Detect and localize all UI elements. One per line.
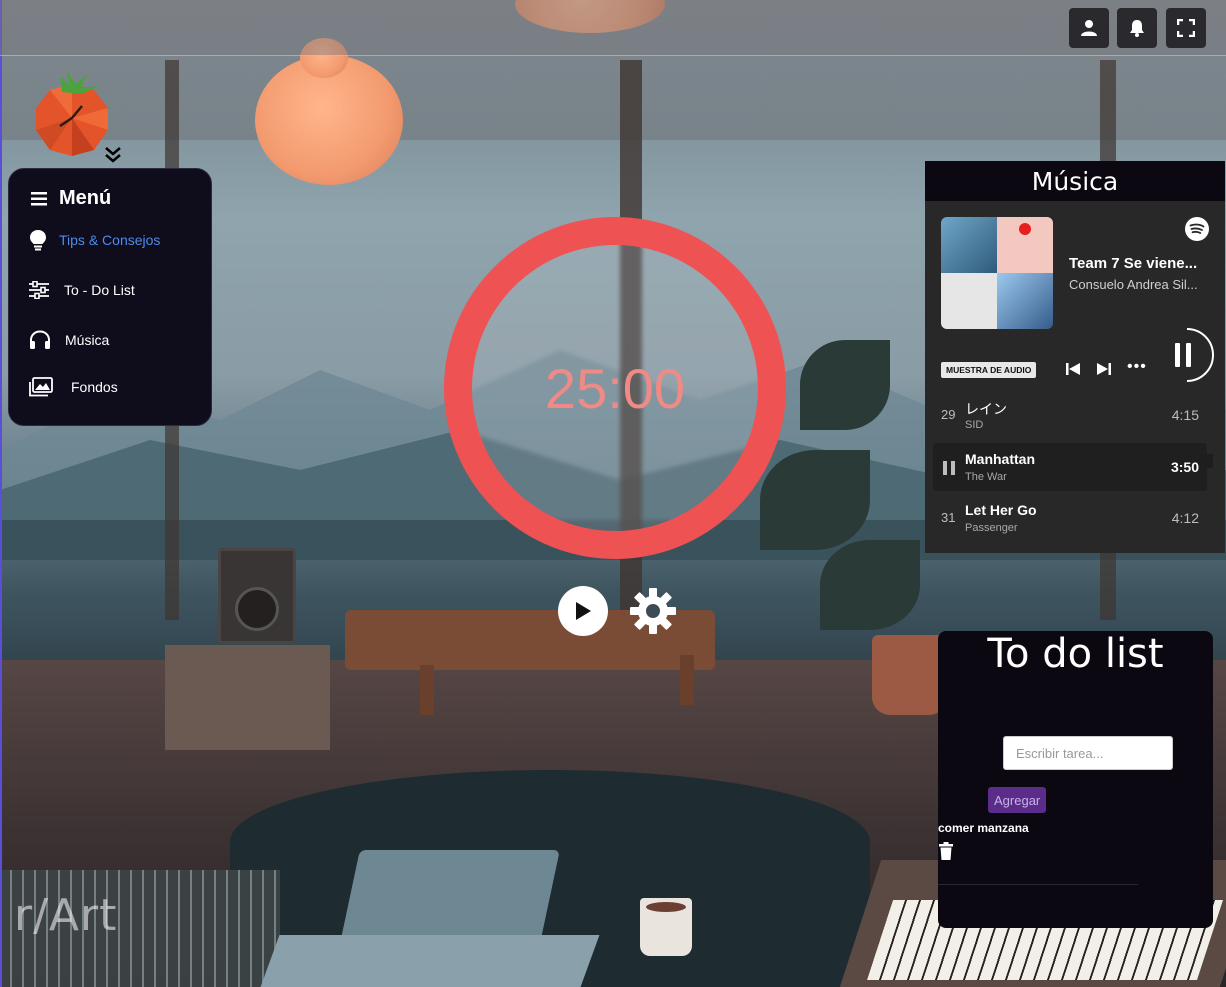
menu-title: Menú: [59, 187, 112, 209]
coffee-mug: [640, 898, 692, 956]
next-track-icon[interactable]: [1096, 361, 1112, 377]
bench-leg: [680, 655, 694, 705]
audio-sample-badge: MUESTRA DE AUDIO: [941, 362, 1037, 378]
previous-track-icon[interactable]: [1065, 361, 1081, 377]
track-row[interactable]: 29 レイン SID 4:15: [933, 391, 1207, 439]
settings-gear-icon[interactable]: [628, 586, 678, 636]
play-button[interactable]: [558, 586, 608, 636]
todo-item-text: comer manzana: [938, 821, 1029, 835]
plant-leaf: [760, 450, 870, 550]
user-button[interactable]: [1069, 8, 1109, 48]
menu-item-backgrounds[interactable]: Fondos: [29, 377, 118, 397]
track-duration: 3:50: [1170, 459, 1199, 475]
track-artist[interactable]: Consuelo Andrea Sil...: [1069, 277, 1209, 292]
add-task-button[interactable]: Agregar: [988, 787, 1047, 813]
scrollbar-thumb[interactable]: [1199, 454, 1213, 468]
watermark: r/Art: [14, 890, 118, 941]
menu-item-music[interactable]: Música: [29, 330, 109, 350]
track-number: 29: [941, 407, 956, 422]
laptop-base: [260, 935, 600, 987]
more-options-icon[interactable]: •••: [1127, 358, 1147, 376]
menu-item-label: Tips & Consejos: [59, 232, 161, 248]
fullscreen-icon: [1177, 19, 1195, 37]
menu-header[interactable]: Menú: [31, 187, 111, 210]
menu-item-tips[interactable]: Tips & Consejos: [29, 229, 160, 251]
plant-leaf: [800, 340, 890, 430]
top-bar: [0, 0, 1226, 56]
cabinet: [165, 645, 330, 750]
track-row-title: レイン: [965, 401, 1007, 417]
trash-icon[interactable]: [938, 842, 954, 860]
todo-title: To do list: [987, 631, 1164, 677]
menu-item-label: Fondos: [71, 379, 118, 395]
track-row-active[interactable]: Manhattan The War 3:50: [933, 443, 1207, 491]
track-row-artist: The War: [965, 471, 1007, 483]
track-duration: 4:15: [1171, 407, 1199, 423]
spotify-player: Team 7 Se viene... Consuelo Andrea Sil..…: [925, 201, 1225, 401]
track-row-artist: SID: [965, 419, 984, 431]
left-edge: [0, 0, 2, 987]
track-row-title: Let Her Go: [965, 502, 1037, 518]
pomodoro-timer: 25:00: [444, 217, 786, 559]
bench-leg: [420, 665, 434, 715]
task-input[interactable]: [1003, 736, 1173, 770]
sliders-icon: [29, 281, 49, 299]
track-title[interactable]: Team 7 Se viene...: [1069, 255, 1209, 272]
plant-leaf: [820, 540, 920, 630]
menu-item-label: Música: [65, 332, 110, 348]
spotify-icon[interactable]: [1185, 217, 1209, 241]
todo-panel: To do list Agregar comer manzana: [938, 631, 1213, 928]
plant-pot: [872, 635, 947, 715]
user-icon: [1081, 20, 1097, 36]
track-row[interactable]: 31 Let Her Go Passenger 4:12: [933, 494, 1207, 542]
lightbulb-icon: [30, 230, 46, 251]
images-icon: [29, 377, 53, 397]
divider: [938, 884, 1138, 885]
pause-icon[interactable]: [943, 461, 955, 475]
track-row-title: Manhattan: [965, 451, 1035, 467]
chevrons-down-icon[interactable]: [104, 146, 122, 164]
music-panel: Música Team 7 Se viene... Consuelo Andre…: [925, 161, 1225, 553]
album-art[interactable]: [941, 217, 1053, 329]
speaker: [218, 548, 296, 644]
menu-item-todo[interactable]: To - Do List: [29, 281, 135, 299]
fullscreen-button[interactable]: [1166, 8, 1206, 48]
track-duration: 4:12: [1171, 510, 1199, 526]
tomato-clock-logo: [36, 70, 108, 156]
pause-button[interactable]: [1171, 327, 1215, 383]
timer-display: 25:00: [544, 356, 686, 420]
track-list: 29 レイン SID 4:15 Manhattan The War 3:50 3…: [925, 401, 1225, 553]
headphones-icon: [30, 330, 50, 349]
side-menu: Menú Tips & Consejos To - Do List Música: [8, 168, 212, 426]
play-icon: [576, 602, 591, 620]
bell-icon: [1130, 20, 1144, 37]
track-row-artist: Passenger: [965, 522, 1018, 534]
notifications-button[interactable]: [1117, 8, 1157, 48]
hamburger-icon[interactable]: [31, 191, 47, 206]
menu-item-label: To - Do List: [64, 282, 135, 298]
music-title: Música: [1031, 167, 1119, 196]
track-number: 31: [941, 510, 956, 525]
